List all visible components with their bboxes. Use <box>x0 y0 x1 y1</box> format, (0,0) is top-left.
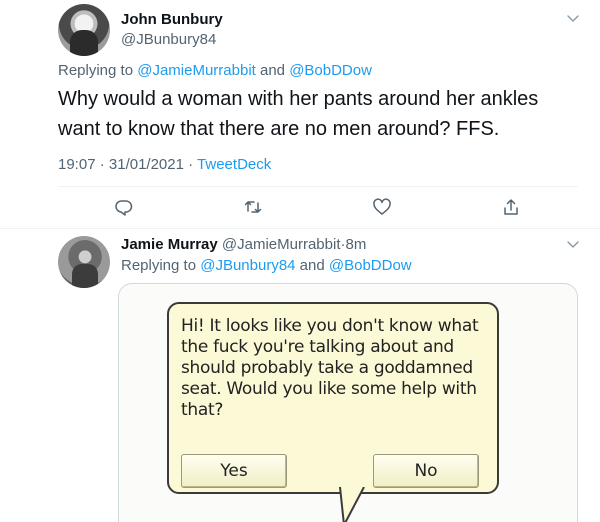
meme-yes-button: Yes <box>181 454 287 488</box>
author-name[interactable]: Jamie Murray <box>121 236 218 253</box>
author-name[interactable]: John Bunbury <box>121 11 223 28</box>
avatar[interactable] <box>58 4 110 56</box>
mention-link[interactable]: @JamieMurrabbit <box>137 62 256 79</box>
meta-separator: · <box>99 156 105 173</box>
chevron-down-icon[interactable] <box>565 236 581 252</box>
tweet-text: Why would a woman with her pants around … <box>58 88 539 140</box>
tweet-thread: John Bunbury @JBunbury84 Replying to @Ja… <box>0 0 600 522</box>
author-handle[interactable]: @JamieMurrabbit <box>222 236 341 253</box>
bubble-tail-icon <box>339 487 365 522</box>
divider <box>0 228 600 229</box>
chevron-down-icon[interactable] <box>565 10 581 26</box>
replying-prefix: Replying to <box>121 257 197 274</box>
reply-header: Jamie Murray @JamieMurrabbit·8m <box>121 236 366 253</box>
replying-to: Replying to @JamieMurrabbit and @BobDDow <box>58 62 372 79</box>
replying-prefix: Replying to <box>58 62 134 79</box>
tweet-source[interactable]: TweetDeck <box>197 156 271 173</box>
meme-dialog-bubble: Hi! It looks like you don't know what th… <box>167 302 499 494</box>
replying-to: Replying to @JBunbury84 and @BobDDow <box>121 257 412 274</box>
mention-link[interactable]: @BobDDow <box>329 257 412 274</box>
avatar[interactable] <box>58 236 110 288</box>
meta-separator: · <box>188 156 194 173</box>
tweet-time[interactable]: 8m <box>345 236 366 253</box>
divider <box>58 186 578 187</box>
meme-text: Hi! It looks like you don't know what th… <box>181 316 479 420</box>
reply-icon[interactable] <box>114 197 134 217</box>
mention-link[interactable]: @JBunbury84 <box>200 257 295 274</box>
meme-no-button: No <box>373 454 479 488</box>
mention-link[interactable]: @BobDDow <box>289 62 372 79</box>
tweet-date[interactable]: 31/01/2021 <box>109 156 184 173</box>
attached-image[interactable]: Hi! It looks like you don't know what th… <box>118 283 578 522</box>
heart-icon[interactable] <box>372 197 392 217</box>
retweet-icon[interactable] <box>243 197 263 217</box>
tweet-time[interactable]: 19:07 <box>58 156 96 173</box>
replying-and: and <box>259 62 286 79</box>
replying-and: and <box>299 257 325 274</box>
author-handle[interactable]: @JBunbury84 <box>121 31 216 48</box>
tweet-meta: 19:07 · 31/01/2021 · TweetDeck <box>58 156 271 173</box>
share-icon[interactable] <box>501 197 521 217</box>
main-tweet: John Bunbury @JBunbury84 Replying to @Ja… <box>0 0 600 222</box>
